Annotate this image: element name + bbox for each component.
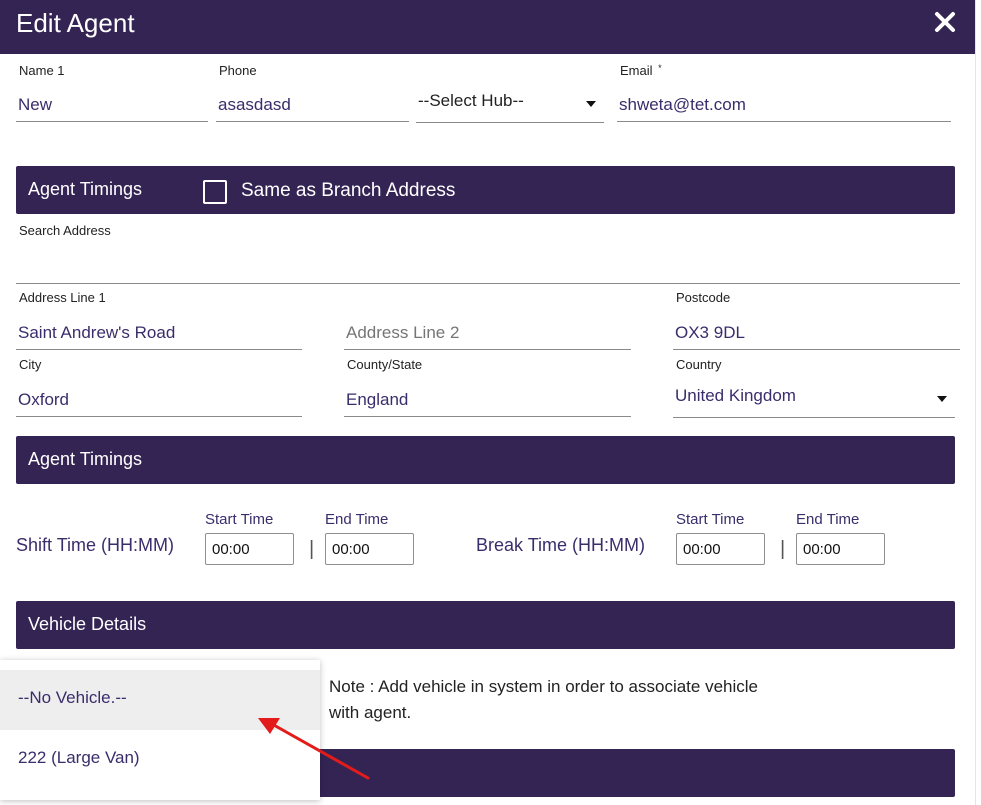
shift-start-label: Start Time — [205, 511, 274, 528]
phone-input[interactable] — [216, 88, 409, 122]
country-select[interactable]: United Kingdom — [673, 382, 955, 418]
scrollbar-track[interactable] — [975, 0, 981, 805]
vehicle-note: Note : Add vehicle in system in order to… — [329, 677, 758, 722]
address-section-bar: Agent Timings Same as Branch Address — [16, 166, 955, 214]
timings-section-title: Agent Timings — [28, 449, 143, 469]
required-mark: * — [658, 63, 662, 73]
address-line2-input[interactable] — [344, 316, 631, 350]
country-label: Country — [676, 357, 722, 372]
postcode-label: Postcode — [676, 290, 731, 305]
address-section-title: Agent Timings — [28, 179, 143, 199]
same-as-branch-label[interactable]: Same as Branch Address — [241, 180, 455, 202]
name-input[interactable] — [16, 88, 208, 122]
time-separator: | — [309, 538, 315, 560]
vehicle-section-title: Vehicle Details — [28, 614, 147, 634]
break-start-input[interactable] — [676, 533, 765, 565]
dialog-header: Edit Agent — [0, 0, 975, 54]
address-line1-label: Address Line 1 — [19, 290, 106, 305]
close-icon[interactable] — [933, 10, 957, 34]
county-label: County/State — [347, 357, 423, 372]
search-address-label: Search Address — [19, 223, 111, 238]
hub-select-value: --Select Hub-- — [418, 91, 524, 110]
hub-select[interactable]: --Select Hub-- — [416, 87, 604, 123]
city-input[interactable] — [16, 383, 302, 417]
search-address-input[interactable] — [16, 250, 960, 284]
phone-label: Phone — [219, 63, 257, 78]
county-input[interactable] — [344, 383, 631, 417]
shift-time-label: Shift Time (HH:MM) — [16, 535, 175, 555]
time-separator: | — [780, 538, 786, 560]
shift-start-input[interactable] — [205, 533, 294, 565]
chevron-down-icon — [586, 101, 596, 107]
chevron-down-icon — [937, 396, 947, 402]
city-label: City — [19, 357, 42, 372]
vehicle-option[interactable]: --No Vehicle.-- — [0, 670, 320, 730]
dialog-title: Edit Agent — [16, 8, 135, 38]
country-select-value: United Kingdom — [675, 386, 796, 405]
vehicle-section-bar: Vehicle Details — [16, 601, 955, 649]
name-label: Name 1 — [19, 63, 65, 78]
email-label-text: Email — [620, 63, 653, 78]
email-input[interactable] — [617, 88, 951, 122]
postcode-input[interactable] — [673, 316, 960, 350]
break-start-label: Start Time — [676, 511, 745, 528]
email-label: Email * — [620, 63, 662, 78]
timings-section-bar: Agent Timings — [16, 436, 955, 484]
vehicle-dropdown-list: --No Vehicle.-- 222 (Large Van) — [0, 660, 320, 800]
shift-end-label: End Time — [325, 511, 389, 528]
vehicle-option[interactable]: 222 (Large Van) — [0, 730, 320, 790]
break-end-input[interactable] — [796, 533, 885, 565]
checkbox-icon[interactable] — [203, 180, 227, 204]
address-line1-input[interactable] — [16, 316, 302, 350]
shift-end-input[interactable] — [325, 533, 414, 565]
break-time-label: Break Time (HH:MM) — [476, 535, 646, 555]
break-end-label: End Time — [796, 511, 860, 528]
